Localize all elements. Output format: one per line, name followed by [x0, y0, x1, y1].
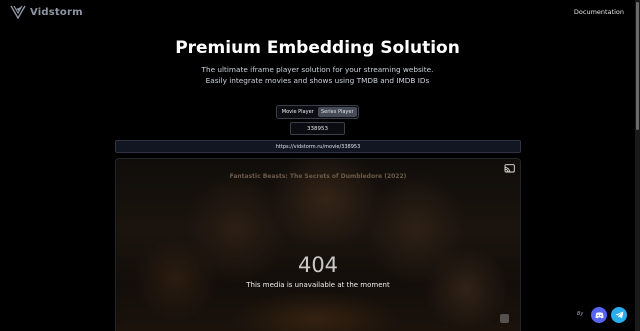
player-type-toggle: Movie Player Series Player [276, 105, 359, 119]
hero-title: Premium Embedding Solution [175, 38, 460, 58]
media-id-input[interactable] [290, 122, 345, 135]
vidstorm-logo-icon [10, 5, 26, 19]
embed-url-field[interactable]: https://vidstorm.ru/movie/338953 [115, 140, 521, 153]
cast-icon[interactable] [504, 164, 515, 173]
telegram-icon [615, 311, 623, 319]
player-control-button[interactable] [500, 314, 509, 323]
scrollbar-thumb[interactable] [636, 2, 639, 130]
floating-label: By [577, 311, 584, 317]
top-header: Vidstorm Documentation [0, 0, 635, 26]
movie-player-tab[interactable]: Movie Player [278, 107, 318, 117]
poster-overlay [116, 159, 520, 331]
poster-title: Fantastic Beasts: The Secrets of Dumbled… [229, 173, 407, 180]
video-player[interactable]: Fantastic Beasts: The Secrets of Dumbled… [115, 158, 521, 331]
error-message: This media is unavailable at the moment [246, 281, 390, 289]
error-code: 404 [297, 253, 339, 277]
brand-name: Vidstorm [30, 6, 83, 18]
series-player-tab[interactable]: Series Player [317, 107, 357, 117]
discord-button[interactable] [591, 307, 607, 323]
documentation-link[interactable]: Documentation [574, 8, 624, 16]
hero-subtitle: The ultimate iframe player solution for … [201, 65, 434, 85]
page-scrollbar[interactable] [635, 0, 640, 331]
discord-icon [594, 311, 604, 318]
logo[interactable]: Vidstorm [10, 5, 83, 19]
telegram-button[interactable] [611, 307, 627, 323]
